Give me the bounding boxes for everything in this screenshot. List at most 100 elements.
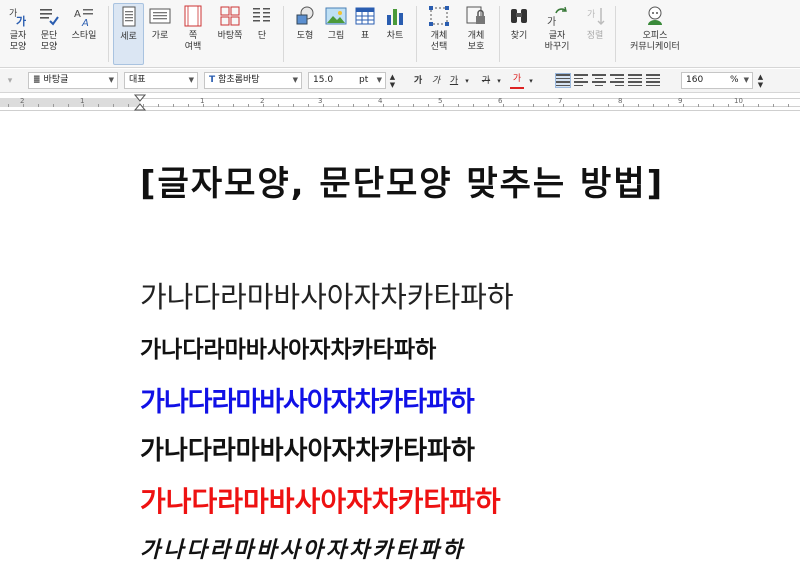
ruler-tick — [323, 104, 324, 107]
align-justify-button[interactable] — [555, 73, 571, 88]
svg-text:A: A — [81, 18, 89, 27]
binoculars-icon — [511, 9, 527, 23]
char-shape-button[interactable]: 가 가 글자 모양 — [4, 3, 32, 65]
master-page-button[interactable]: 바탕쪽 — [213, 3, 247, 65]
ruler-tick — [218, 104, 219, 107]
ruler-tick — [338, 104, 339, 107]
columns-button[interactable]: 단 — [250, 3, 274, 65]
underline-button[interactable]: 가 — [448, 73, 460, 89]
ruler-tick — [68, 104, 69, 107]
svg-text:가: 가 — [16, 14, 26, 27]
chevron-down-icon: ▼ — [108, 76, 114, 84]
ruler-tick — [233, 104, 234, 107]
ruler-tick — [308, 104, 309, 107]
language-select[interactable]: 대표 ▼ — [124, 72, 198, 89]
find-button[interactable]: 찾기 — [505, 3, 533, 65]
style-label: 스타일 — [71, 31, 97, 41]
font-size-select[interactable]: 15.0 pt ▼ — [308, 72, 386, 89]
ruler-tick — [758, 104, 759, 107]
ruler-tick — [188, 104, 189, 107]
ruler-tick — [578, 104, 579, 107]
sample-line-myeongjo: 가나다라마바사아자차카타파하 — [140, 280, 514, 314]
ruler-number: 6 — [498, 97, 503, 105]
char-replace-button[interactable]: 가 글자 바꾸기 — [538, 3, 576, 65]
ruler-tick — [608, 104, 609, 107]
style-select-icon: ≣ — [33, 75, 41, 85]
align-left-button[interactable] — [574, 74, 588, 87]
ruler-tick — [353, 104, 354, 107]
ruler-tick — [383, 104, 384, 107]
horizontal-ruler[interactable]: 2 1 1 2 3 4 5 6 7 8 9 10 — [0, 94, 800, 111]
font-color-button[interactable]: 가 — [510, 73, 524, 89]
style-select-value: 바탕글 — [43, 75, 69, 85]
italic-button[interactable]: 가 — [430, 73, 442, 89]
table-button[interactable]: 표 — [352, 3, 378, 65]
para-shape-button[interactable]: 문단 모양 — [34, 3, 64, 65]
document-page[interactable]: [글자모양, 문단모양 맞추는 방법] 가나다라마바사아자차카타파하 가나다라마… — [0, 112, 800, 573]
picture-button[interactable]: 그림 — [322, 3, 350, 65]
shapes-icon — [296, 6, 314, 25]
page-margin-button[interactable]: 쪽 여백 — [177, 3, 209, 65]
zoom-stepper[interactable]: ▲ ▼ — [756, 73, 765, 89]
ruler-tick — [8, 104, 9, 107]
indent-marker-icon[interactable] — [134, 94, 146, 111]
page-margin-label: 쪽 여백 — [184, 31, 202, 52]
zoom-select[interactable]: 160 % ▼ — [681, 72, 753, 89]
page-margin-icon — [184, 5, 202, 27]
ruler-tick — [413, 104, 414, 107]
ruler-tick — [743, 104, 744, 107]
align-divide-button[interactable] — [646, 74, 660, 87]
format-bar: ▾ ≣ 바탕글 ▼ 대표 ▼ T 함초롬바탕 ▼ 15.0 pt ▼ ▲ ▼ 가 가 … — [0, 69, 800, 93]
ruler-number: 10 — [734, 97, 743, 105]
sample-line-gothic-bold: 가나다라마바사아자차카타파하 — [140, 337, 437, 363]
format-bar-menu-arrow[interactable]: ▾ — [3, 73, 17, 89]
ruler-tick — [158, 104, 159, 107]
shapes-button[interactable]: 도형 — [290, 3, 320, 65]
align-center-button[interactable] — [592, 74, 606, 87]
sample-line-blue-rounded: 가나다라마바사아자차카타파하 — [140, 387, 475, 418]
font-color-dropdown[interactable]: ▾ — [526, 73, 536, 89]
para-shape-icon — [40, 9, 59, 26]
ribbon-toolbar: 가 가 글자 모양 문단 모양 A A 스타일 세로 가로 쪽 여백 바탕쪽 단… — [0, 0, 800, 68]
find-label: 찾기 — [510, 31, 528, 41]
strikethrough-dropdown[interactable]: ▾ — [494, 73, 504, 89]
font-select[interactable]: T 함초롬바탕 ▼ — [204, 72, 302, 89]
sample-line-handwriting: 가나다라마바사아자차카타파하 — [140, 538, 466, 563]
style-select[interactable]: ≣ 바탕글 ▼ — [28, 72, 118, 89]
object-select-button[interactable]: 개체 선택 — [423, 3, 455, 65]
vertical-label: 세로 — [120, 32, 137, 42]
object-protect-button[interactable]: 개체 보호 — [459, 3, 493, 65]
ruler-tick — [788, 104, 789, 107]
language-select-value: 대표 — [129, 75, 146, 85]
font-size-stepper[interactable]: ▲ ▼ — [388, 73, 397, 89]
office-communicator-button[interactable]: 오피스 커뮤니케이터 — [622, 3, 688, 65]
font-size-unit: pt — [359, 75, 369, 85]
style-button[interactable]: A A 스타일 — [66, 3, 102, 65]
columns-label: 단 — [257, 31, 267, 41]
ruler-tick — [458, 104, 459, 107]
ruler-tick — [443, 104, 444, 107]
align-distribute-button[interactable] — [628, 74, 642, 87]
underline-dropdown[interactable]: ▾ — [462, 73, 472, 89]
sort-button[interactable]: 가 정렬 — [581, 3, 609, 65]
ruler-tick — [593, 104, 594, 107]
svg-text:가: 가 — [587, 9, 595, 20]
align-right-button[interactable] — [610, 74, 624, 87]
horizontal-orientation-button[interactable]: 가로 — [146, 3, 174, 65]
sort-icon: 가 — [587, 8, 605, 25]
ruler-tick — [398, 104, 399, 107]
ribbon-separator — [283, 6, 284, 62]
font-size-value: 15.0 — [313, 75, 334, 85]
char-shape-icon: 가 가 — [9, 8, 26, 27]
vertical-orientation-button[interactable]: 세로 — [113, 3, 144, 65]
chevron-down-icon: ▼ — [292, 76, 298, 84]
chart-button[interactable]: 차트 — [381, 3, 409, 65]
ruler-number: 3 — [318, 97, 323, 105]
chevron-down-icon: ▼ — [743, 76, 749, 84]
ruler-number: 8 — [618, 97, 623, 105]
svg-text:A: A — [74, 9, 81, 20]
ruler-tick — [518, 104, 519, 107]
bold-button[interactable]: 가 — [412, 73, 424, 89]
strikethrough-button[interactable]: 가 — [480, 73, 492, 89]
ruler-tick — [488, 104, 489, 107]
